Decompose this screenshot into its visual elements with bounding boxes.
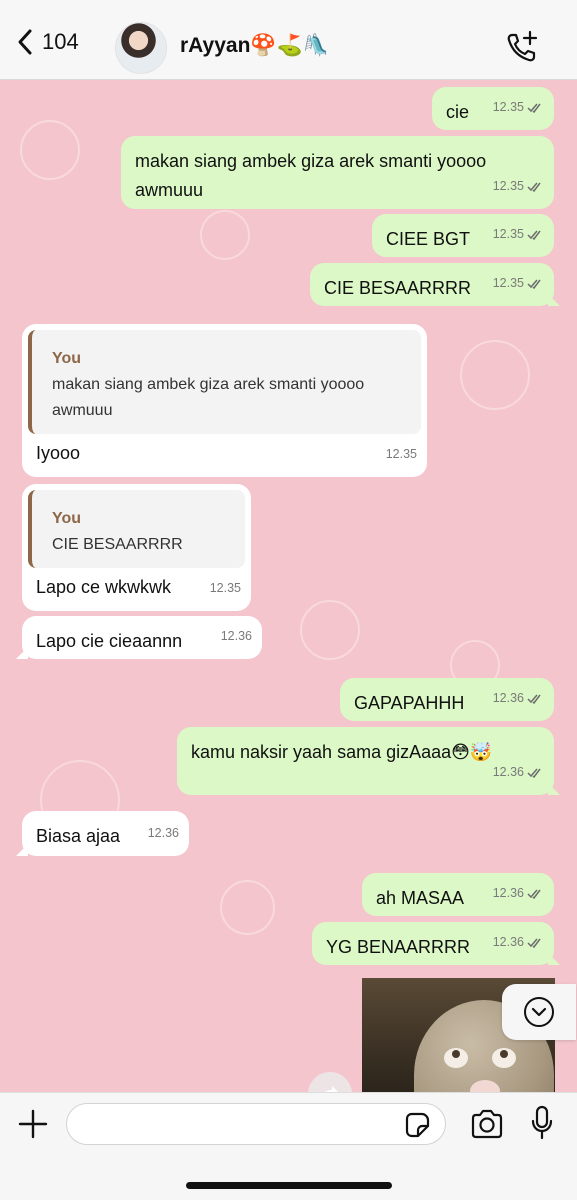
message-bubble-outgoing[interactable]: cie 12.35	[432, 87, 554, 130]
message-meta: 12.35	[493, 269, 544, 298]
message-meta: 12.36	[148, 819, 179, 848]
eye	[444, 1048, 468, 1068]
bubble-tail	[16, 647, 28, 659]
sticker-icon[interactable]	[403, 1111, 431, 1139]
message-time: 12.35	[492, 227, 524, 241]
quoted-message[interactable]: You makan siang ambek giza arek smanti y…	[28, 330, 421, 434]
double-check-icon	[527, 182, 541, 192]
message-text: CIEE BGT	[386, 229, 471, 249]
message-meta: 12.35	[493, 220, 544, 249]
contact-name[interactable]: rAyyan🍄⛳🛝	[180, 34, 329, 58]
message-bubble-outgoing[interactable]: YG BENAARRRR 12.36	[312, 922, 560, 965]
message-time: 12.36	[492, 691, 524, 705]
message-text: ah MASAA	[376, 888, 465, 908]
message-meta: 12.36	[493, 684, 544, 713]
double-check-icon	[527, 694, 541, 704]
wallpaper-doodle	[200, 210, 250, 260]
message-bubble-outgoing[interactable]: GAPAPAHHH 12.36	[340, 678, 554, 721]
chat-header: 104 rAyyan🍄⛳🛝	[0, 0, 577, 80]
message-meta: 12.35	[493, 172, 544, 201]
camera-icon[interactable]	[470, 1109, 504, 1139]
eye	[492, 1048, 516, 1068]
message-bubble-outgoing[interactable]: kamu naksir yaah sama gizAaaa😳🤯 12.36	[177, 727, 560, 795]
message-text: YG BENAARRRR	[326, 937, 471, 957]
message-meta: 12.36	[493, 758, 544, 787]
wallpaper-doodle	[20, 120, 80, 180]
message-time: 12.35	[492, 179, 524, 193]
wallpaper-doodle	[220, 880, 275, 935]
quoted-text: CIE BESAARRRR	[52, 536, 183, 553]
double-check-icon	[527, 938, 541, 948]
forward-icon	[325, 1086, 338, 1092]
quoted-message[interactable]: You CIE BESAARRRR	[28, 490, 245, 568]
message-meta: 12.36	[493, 928, 544, 957]
quoted-text: makan siang ambek giza arek smanti yoooo…	[52, 376, 365, 419]
message-meta: 12.36	[221, 622, 252, 651]
wallpaper-doodle	[460, 340, 530, 410]
home-indicator[interactable]	[186, 1182, 392, 1189]
message-text: GAPAPAHHH	[354, 693, 465, 713]
double-check-icon	[527, 889, 541, 899]
message-bubble-outgoing[interactable]: CIEE BGT 12.35	[372, 214, 554, 257]
message-bubble-incoming[interactable]: You CIE BESAARRRR Lapo ce wkwkwk 12.35	[22, 484, 251, 611]
message-meta: 12.35	[210, 574, 241, 603]
bubble-tail	[548, 783, 560, 795]
scroll-to-bottom-button[interactable]	[502, 984, 576, 1040]
bubble-tail	[16, 844, 28, 856]
message-input[interactable]	[66, 1103, 446, 1145]
message-time: 12.35	[492, 276, 524, 290]
forward-button[interactable]	[308, 1072, 352, 1092]
bubble-tail	[548, 953, 560, 965]
message-time: 12.35	[209, 581, 241, 595]
double-check-icon	[527, 768, 541, 778]
message-text: Lapo cie cieaannn	[36, 631, 183, 651]
double-check-icon	[527, 279, 541, 289]
message-time: 12.35	[492, 100, 524, 114]
double-check-icon	[527, 103, 541, 113]
message-meta: 12.36	[493, 879, 544, 908]
message-bubble-outgoing[interactable]: CIE BESAARRRR 12.35	[310, 263, 560, 306]
chevron-left-icon	[18, 29, 32, 55]
add-call-icon[interactable]	[505, 30, 539, 64]
plus-icon[interactable]	[18, 1109, 48, 1139]
mouth	[470, 1080, 500, 1092]
message-bubble-incoming[interactable]: You makan siang ambek giza arek smanti y…	[22, 324, 427, 477]
wallpaper-doodle	[300, 600, 360, 660]
message-text: Iyooo	[36, 443, 81, 463]
unread-count: 104	[42, 29, 79, 54]
message-time: 12.35	[385, 447, 417, 461]
message-meta: 12.35	[493, 93, 544, 122]
message-text: kamu naksir yaah sama gizAaaa😳🤯	[191, 742, 493, 762]
message-meta: 12.35	[386, 440, 417, 469]
avatar[interactable]	[115, 22, 167, 74]
back-button[interactable]: 104	[16, 28, 79, 56]
bubble-tail	[548, 294, 560, 306]
message-bubble-incoming[interactable]: Lapo cie cieaannn 12.36	[16, 616, 262, 659]
message-text: makan siang ambek giza arek smanti yoooo…	[135, 151, 487, 200]
message-bubble-outgoing[interactable]: makan siang ambek giza arek smanti yoooo…	[121, 136, 554, 209]
message-time: 12.36	[492, 935, 524, 949]
quoted-author: You	[52, 350, 82, 367]
message-time: 12.36	[492, 886, 524, 900]
microphone-icon[interactable]	[530, 1105, 554, 1141]
message-text: CIE BESAARRRR	[324, 278, 472, 298]
double-check-icon	[527, 230, 541, 240]
message-bubble-outgoing[interactable]: ah MASAA 12.36	[362, 873, 554, 916]
chat-area[interactable]: cie 12.35 makan siang ambek giza arek sm…	[0, 80, 577, 1092]
message-time: 12.36	[492, 765, 524, 779]
message-bubble-incoming[interactable]: Biasa ajaa 12.36	[16, 811, 189, 856]
message-text: cie	[446, 102, 470, 122]
quoted-author: You	[52, 510, 82, 527]
message-time: 12.36	[220, 629, 252, 643]
message-text: Lapo ce wkwkwk	[36, 577, 172, 597]
message-text: Biasa ajaa	[36, 826, 121, 846]
chevron-down-circle-icon	[524, 997, 554, 1027]
message-time: 12.36	[147, 826, 179, 840]
